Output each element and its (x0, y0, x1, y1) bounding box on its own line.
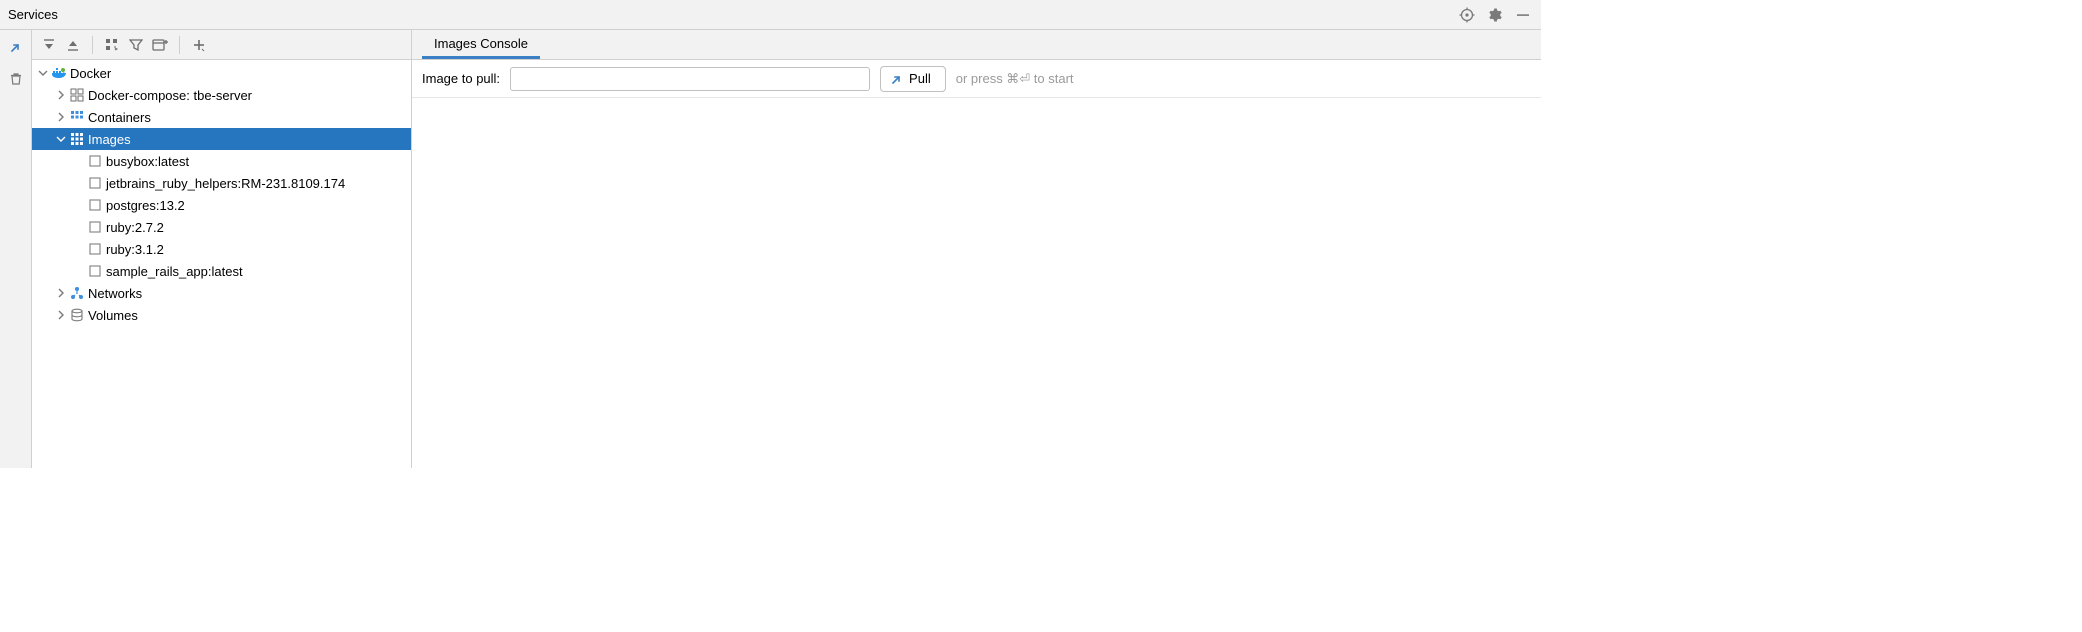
tree-node-volumes[interactable]: Volumes (32, 304, 411, 326)
open-new-tab-icon[interactable] (149, 34, 171, 56)
pull-hint: or press ⌘⏎ to start (956, 71, 1074, 87)
titlebar: Services (0, 0, 1541, 30)
tree-node-networks[interactable]: Networks (32, 282, 411, 304)
target-icon[interactable] (1457, 5, 1477, 25)
chevron-right-icon[interactable] (54, 286, 68, 300)
tree-label: Volumes (86, 308, 138, 323)
image-item-icon (86, 153, 104, 169)
chevron-right-icon[interactable] (54, 110, 68, 124)
titlebar-actions (1457, 5, 1533, 25)
pull-arrow-icon (891, 73, 903, 85)
window-title: Services (8, 7, 1457, 22)
image-item-icon (86, 241, 104, 257)
tree-panel: Docker Docker-compose: tbe-server Contai… (32, 30, 412, 468)
tree-label: Docker-compose: tbe-server (86, 88, 252, 103)
image-to-pull-input[interactable] (510, 67, 870, 91)
minimize-icon[interactable] (1513, 5, 1533, 25)
compose-icon (68, 87, 86, 103)
pull-button-label: Pull (909, 71, 931, 86)
spacer (72, 264, 86, 278)
tree-node-docker-compose[interactable]: Docker-compose: tbe-server (32, 84, 411, 106)
containers-icon (68, 109, 86, 125)
tree-label: jetbrains_ruby_helpers:RM-231.8109.174 (104, 176, 345, 191)
image-item-icon (86, 263, 104, 279)
tree-node-image[interactable]: busybox:latest (32, 150, 411, 172)
docker-icon (50, 65, 68, 81)
separator (179, 36, 180, 54)
networks-icon (68, 285, 86, 301)
separator (92, 36, 93, 54)
tree-label: ruby:3.1.2 (104, 242, 164, 257)
add-icon[interactable] (188, 34, 210, 56)
main: Docker Docker-compose: tbe-server Contai… (0, 30, 1541, 468)
spacer (72, 154, 86, 168)
group-by-icon[interactable] (101, 34, 123, 56)
spacer (72, 242, 86, 256)
images-icon (68, 131, 86, 147)
collapse-icon[interactable] (5, 36, 27, 58)
volumes-icon (68, 307, 86, 323)
right-panel: Images Console Image to pull: Pull or pr… (412, 30, 1541, 468)
image-item-icon (86, 197, 104, 213)
pull-row: Image to pull: Pull or press ⌘⏎ to start (412, 60, 1541, 98)
tree-body[interactable]: Docker Docker-compose: tbe-server Contai… (32, 60, 411, 468)
image-item-icon (86, 175, 104, 191)
tree-node-image[interactable]: jetbrains_ruby_helpers:RM-231.8109.174 (32, 172, 411, 194)
gear-icon[interactable] (1485, 5, 1505, 25)
chevron-right-icon[interactable] (54, 88, 68, 102)
spacer (72, 220, 86, 234)
trash-icon[interactable] (5, 68, 27, 90)
tree-label: Networks (86, 286, 142, 301)
image-item-icon (86, 219, 104, 235)
chevron-down-icon[interactable] (54, 132, 68, 146)
tabbar: Images Console (412, 30, 1541, 60)
tree-node-containers[interactable]: Containers (32, 106, 411, 128)
tree-label: Docker (68, 66, 111, 81)
tree-label: busybox:latest (104, 154, 189, 169)
left-gutter-toolbar (0, 30, 32, 468)
tree-label: ruby:2.7.2 (104, 220, 164, 235)
tree-node-image[interactable]: ruby:3.1.2 (32, 238, 411, 260)
expand-all-icon[interactable] (38, 34, 60, 56)
spacer (72, 176, 86, 190)
tree-label: Containers (86, 110, 151, 125)
tree-label: sample_rails_app:latest (104, 264, 243, 279)
tab-images-console[interactable]: Images Console (422, 30, 540, 59)
chevron-right-icon[interactable] (54, 308, 68, 322)
pull-label: Image to pull: (422, 71, 500, 86)
filter-icon[interactable] (125, 34, 147, 56)
tree-label: postgres:13.2 (104, 198, 185, 213)
chevron-down-icon[interactable] (36, 66, 50, 80)
tree-node-image[interactable]: postgres:13.2 (32, 194, 411, 216)
tree-node-docker[interactable]: Docker (32, 62, 411, 84)
spacer (72, 198, 86, 212)
tree-node-image[interactable]: ruby:2.7.2 (32, 216, 411, 238)
tree-label: Images (86, 132, 131, 147)
tree-node-images[interactable]: Images (32, 128, 411, 150)
tree-toolbar (32, 30, 411, 60)
right-body: Image to pull: Pull or press ⌘⏎ to start (412, 60, 1541, 468)
pull-button[interactable]: Pull (880, 66, 946, 92)
tree-node-image[interactable]: sample_rails_app:latest (32, 260, 411, 282)
collapse-all-icon[interactable] (62, 34, 84, 56)
